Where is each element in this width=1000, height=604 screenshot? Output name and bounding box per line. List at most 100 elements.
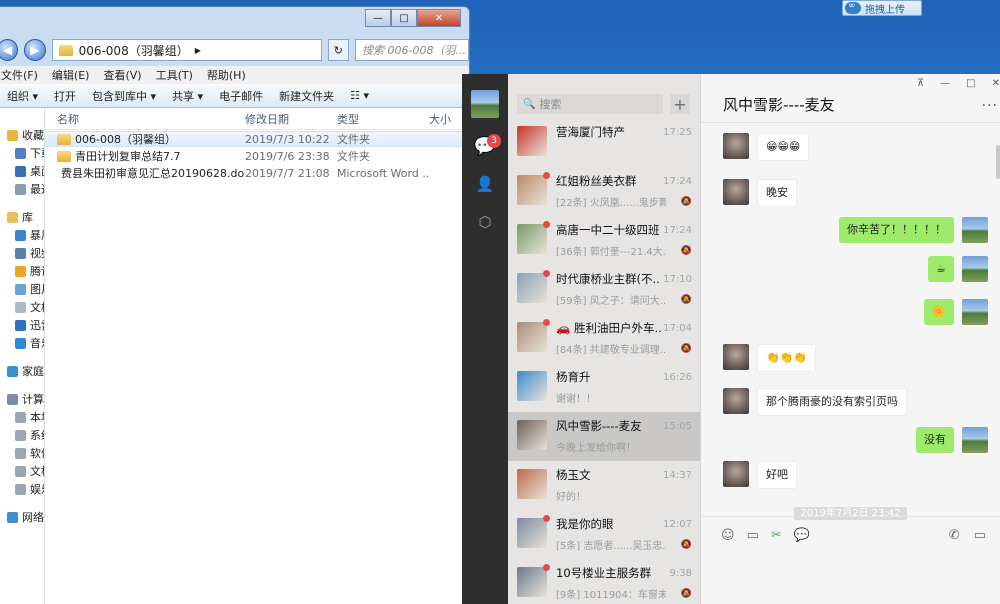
conversation-body: 高唐一中二十级四班 17:24 [36条] 郭付奎---21.4大... 🔕 xyxy=(556,222,692,265)
message-bubble[interactable]: 😁😁😁 xyxy=(757,133,810,161)
minimize-button[interactable]: — xyxy=(940,78,950,89)
conversation-item[interactable]: 杨玉文 14:37 好的！ xyxy=(508,461,700,510)
toolbar-item[interactable]: 打开 xyxy=(54,88,76,104)
navpane-item[interactable]: 下载 xyxy=(0,144,44,162)
navpane-item[interactable]: 家庭组 xyxy=(0,362,44,380)
navpane-item[interactable]: 腾讯 xyxy=(0,262,44,280)
message-bubble[interactable]: 没有 xyxy=(916,427,954,453)
conversation-item[interactable]: 风中雪影----麦友 15:05 今晚上发给你啊！ xyxy=(508,412,700,461)
conversation-item[interactable]: 杨育升 16:26 谢谢！！ xyxy=(508,363,700,412)
menu-item[interactable]: 文件(F) xyxy=(1,67,38,83)
navpane-item[interactable]: 娱乐 xyxy=(0,480,44,498)
pin-icon[interactable]: ⊼ xyxy=(917,78,924,89)
contacts-tab-icon[interactable]: 👤 xyxy=(475,174,495,194)
menu-item[interactable]: 编辑(E) xyxy=(52,67,90,83)
message-bubble[interactable]: 那个腾雨豪的没有索引页吗 xyxy=(757,388,907,416)
conversation-body: 我是你的眼 12:07 [5条] 志愿者......吴玉忠... 🔕 xyxy=(556,516,692,559)
message-bubble[interactable]: ☕ xyxy=(928,256,954,282)
favorites-tab-icon[interactable]: ⬡ xyxy=(475,212,495,232)
address-bar[interactable]: 006-008（羽馨组） ▶ xyxy=(51,39,322,61)
maximize-button[interactable]: □ xyxy=(391,9,417,27)
navpane-item[interactable]: 最近 xyxy=(0,180,44,198)
navpane-item[interactable]: 迅雷 xyxy=(0,316,44,334)
forward-button[interactable]: ▶ xyxy=(24,39,46,61)
message-bubble[interactable]: 🌼 xyxy=(924,299,954,325)
conversation-item[interactable]: 红姐粉丝美衣群 17:24 [22条] 火凤凰......鬼步舞... 🔕 xyxy=(508,167,700,216)
my-avatar[interactable] xyxy=(962,299,988,325)
close-button[interactable]: ✕ xyxy=(992,78,1000,89)
friend-avatar[interactable] xyxy=(723,344,749,370)
send-file-icon[interactable]: ▭ xyxy=(747,528,759,543)
navpane-item[interactable]: 软件 xyxy=(0,444,44,462)
video-call-icon[interactable]: ▭ xyxy=(974,528,986,543)
navpane-item[interactable]: 本地 xyxy=(0,408,44,426)
maximize-button[interactable]: □ xyxy=(966,78,975,89)
navpane-item[interactable]: 桌面 xyxy=(0,162,44,180)
message-bubble[interactable]: 晚安 xyxy=(757,179,797,207)
conversation-item[interactable]: 🚗 胜利油田户外车... 17:04 [84条] 共建敬专业调理... 🔕 xyxy=(508,314,700,363)
back-button[interactable]: ◀ xyxy=(0,39,19,61)
message-bubble[interactable]: 👏👏👏 xyxy=(757,344,817,372)
file-row[interactable]: 青田计划复审总结7.7 2019/7/6 23:38 文件夹 xyxy=(45,148,469,164)
navpane-item[interactable]: 系统 xyxy=(0,426,44,444)
toolbar-item[interactable]: 电子邮件 xyxy=(219,88,263,104)
navpane-item[interactable]: 视频 xyxy=(0,244,44,262)
my-avatar[interactable] xyxy=(962,217,988,243)
friend-avatar[interactable] xyxy=(723,133,749,159)
conversation-item[interactable]: 高唐一中二十级四班 17:24 [36条] 郭付奎---21.4大... 🔕 xyxy=(508,216,700,265)
friend-avatar[interactable] xyxy=(723,388,749,414)
navpane-item[interactable]: 计算机 xyxy=(0,390,44,408)
drag-upload-button[interactable]: 拖拽上传 xyxy=(842,0,922,16)
toolbar-item[interactable]: ☷ ▾ xyxy=(350,89,369,102)
chat-history-icon[interactable]: 💬 xyxy=(794,528,810,543)
input-toolbar: ☺ ▭ ✂ 💬 xyxy=(721,528,810,543)
my-avatar[interactable] xyxy=(962,256,988,282)
my-avatar[interactable] xyxy=(962,427,988,453)
minimize-button[interactable]: — xyxy=(365,9,391,27)
file-row[interactable]: 006-008（羽馨组） 2019/7/3 10:22 文件夹 xyxy=(45,131,469,147)
emoji-icon[interactable]: ☺ xyxy=(721,528,735,543)
file-row[interactable]: 费县朱田初审意见汇总20190628.docx 2019/7/7 21:08 Mic… xyxy=(45,165,469,181)
conversation-item[interactable]: 我是你的眼 12:07 [5条] 志愿者......吴玉忠... 🔕 xyxy=(508,510,700,559)
navpane-item[interactable]: 暴风 xyxy=(0,226,44,244)
column-date[interactable]: 修改日期 xyxy=(245,111,337,127)
navpane-item[interactable]: 网络 xyxy=(0,508,44,526)
toolbar-item[interactable]: 组织 ▾ xyxy=(7,88,38,104)
conversation-item[interactable]: 营海厦门特产 17:25 xyxy=(508,118,700,167)
screenshot-icon[interactable]: ✂ xyxy=(771,528,782,543)
friend-avatar[interactable] xyxy=(723,461,749,487)
address-chevron-icon[interactable]: ▶ xyxy=(195,46,201,55)
column-name[interactable]: 名称 xyxy=(45,111,245,127)
navpane-item[interactable]: 文档 xyxy=(0,462,44,480)
toolbar-item[interactable]: 共享 ▾ xyxy=(172,88,203,104)
friend-avatar[interactable] xyxy=(723,179,749,205)
conversation-item[interactable]: 10号楼业主服务群 9:38 [9条] 1011904：车窗未关 🔕 xyxy=(508,559,700,604)
column-type[interactable]: 类型 xyxy=(337,111,429,127)
conversation-item[interactable]: 时代康桥业主群(不... 17:10 [59条] 风之子：请问大... 🔕 xyxy=(508,265,700,314)
start-chat-button[interactable]: + xyxy=(670,94,690,114)
message-scrollbar[interactable] xyxy=(996,145,1000,179)
voice-call-icon[interactable]: ✆ xyxy=(949,528,960,543)
message-bubble[interactable]: 你辛苦了！！！！！ xyxy=(839,217,954,243)
my-avatar[interactable] xyxy=(471,90,499,118)
navpane-item[interactable]: 文档 xyxy=(0,298,44,316)
menu-item[interactable]: 帮助(H) xyxy=(207,67,246,83)
menu-item[interactable]: 工具(T) xyxy=(156,67,193,83)
navpane-item[interactable]: 库 xyxy=(0,208,44,226)
more-options-icon[interactable]: ··· xyxy=(982,98,998,114)
refresh-button[interactable]: ↻ xyxy=(327,39,349,61)
folder-icon xyxy=(57,133,71,145)
explorer-search-input[interactable]: 搜索 006-008（羽... xyxy=(355,39,469,61)
navpane-label: 文档 xyxy=(30,465,44,478)
menu-item[interactable]: 查看(V) xyxy=(103,67,141,83)
conversation-avatar xyxy=(517,371,547,401)
wechat-search-input[interactable]: 🔍 搜索 xyxy=(517,94,663,114)
toolbar-item[interactable]: 包含到库中 ▾ xyxy=(92,88,156,104)
close-button[interactable]: ✕ xyxy=(417,9,461,27)
conversation-preview: [59条] 风之子：请问大... xyxy=(556,296,666,307)
navpane-item[interactable]: 音乐 xyxy=(0,334,44,352)
navpane-item[interactable]: 图片 xyxy=(0,280,44,298)
toolbar-item[interactable]: 新建文件夹 xyxy=(279,88,334,104)
navpane-item[interactable]: 收藏夹 xyxy=(0,126,44,144)
message-bubble[interactable]: 好吧 xyxy=(757,461,797,489)
